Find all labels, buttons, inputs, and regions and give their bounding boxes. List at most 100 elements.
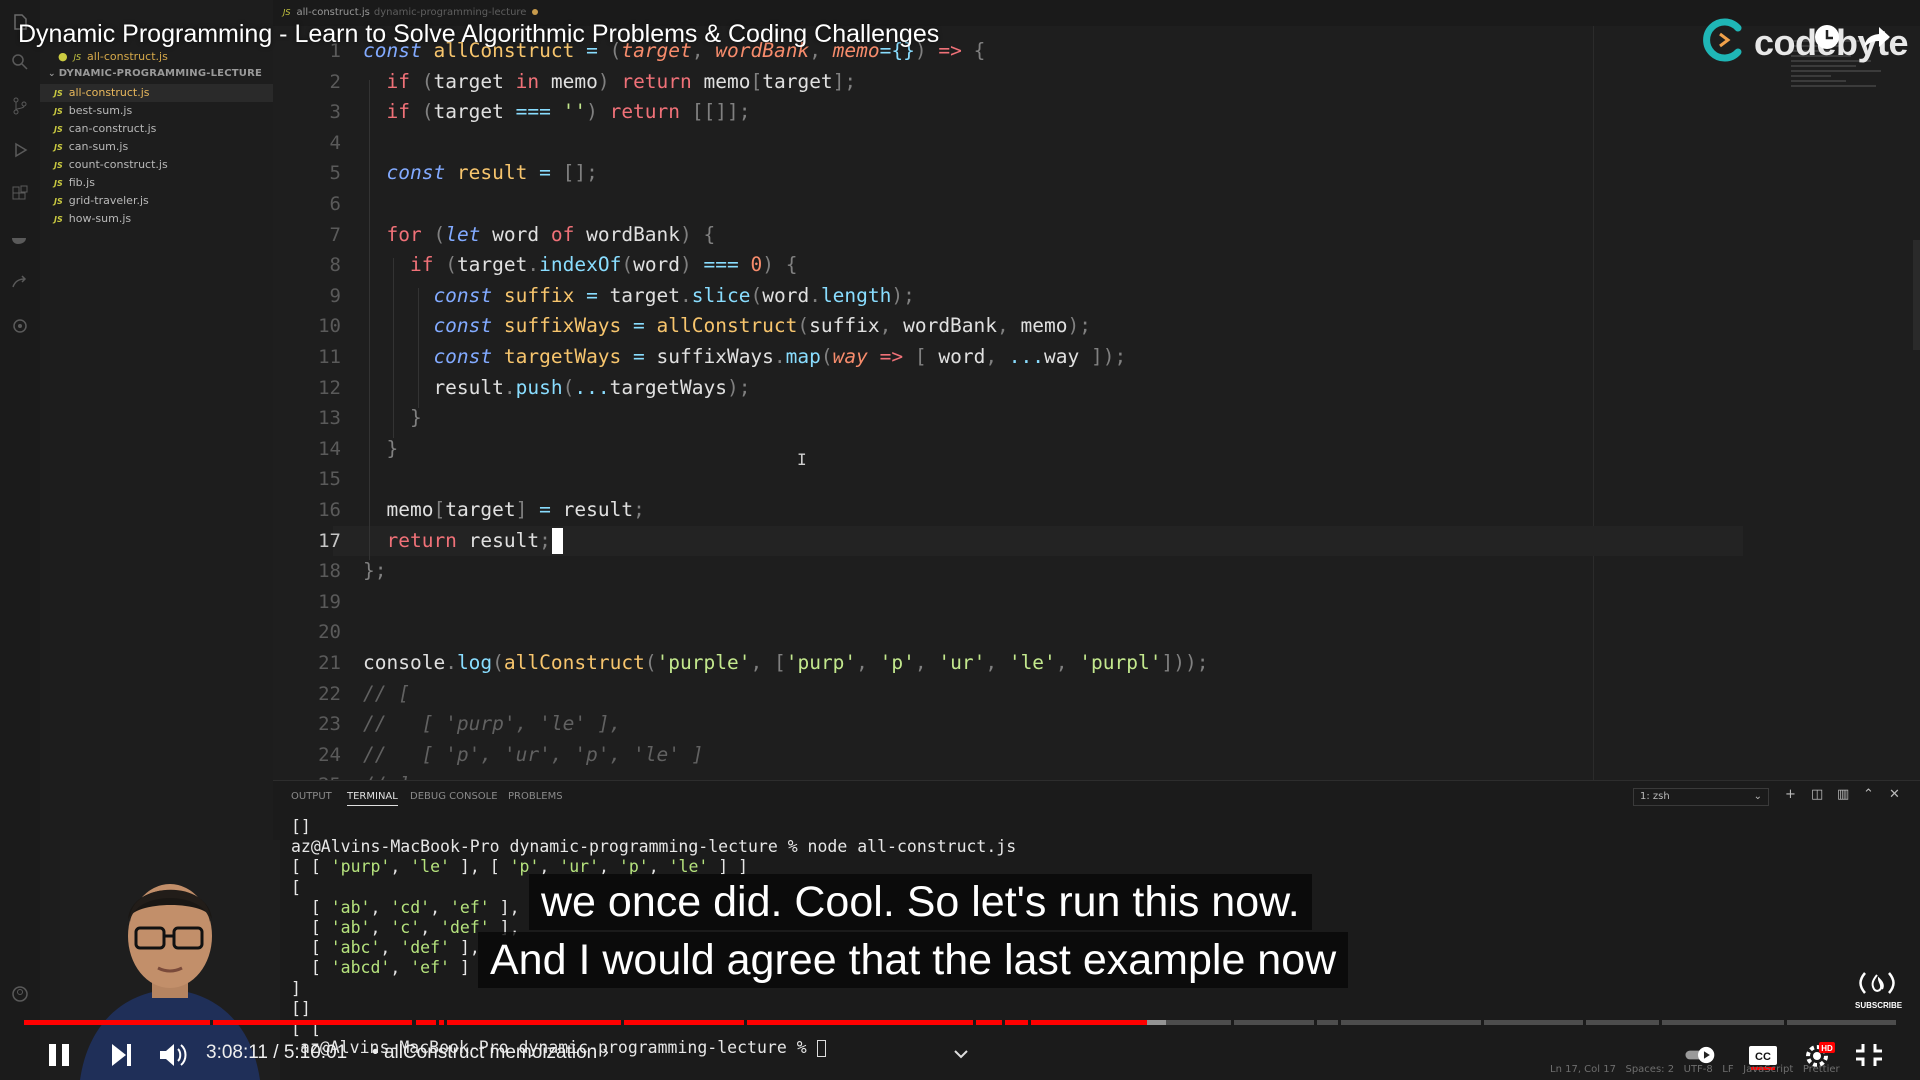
volume-button[interactable] — [156, 1040, 190, 1070]
folder-header[interactable]: ⌄ DYNAMIC-PROGRAMMING-LECTURE — [48, 68, 262, 79]
maximize-panel-icon[interactable]: ⌃ — [1863, 787, 1874, 802]
file-label: how-sum.js — [68, 212, 132, 225]
code-token: ( — [644, 651, 657, 674]
terminal-select-value: 1: zsh — [1640, 791, 1670, 802]
chapter-title[interactable]: • allConstruct memoization › — [372, 1042, 609, 1064]
subscribe-watermark[interactable]: SUBSCRIBE — [1855, 970, 1902, 1010]
code-token: [ — [914, 345, 939, 368]
code-token: 'purple' — [656, 651, 751, 674]
sidebar-item-grid-traveler[interactable]: JS grid-traveler.js — [40, 192, 273, 210]
sidebar-item-count-construct[interactable]: JS count-construct.js — [40, 156, 273, 174]
sidebar-item-all-construct[interactable]: JS all-construct.js — [40, 84, 273, 102]
editor-tab[interactable]: JS all-construct.js dynamic-programming-le… — [283, 7, 539, 18]
editor-scrollbar[interactable] — [1913, 240, 1920, 350]
code-token: // ] — [363, 773, 410, 780]
code-token: target — [445, 498, 516, 521]
chapter-marker — [1659, 1020, 1662, 1025]
code-token: [ — [750, 69, 763, 93]
terminal-line: [] — [291, 817, 311, 837]
code-token: , — [985, 651, 1009, 674]
code-token: map — [785, 345, 821, 368]
code-token: ) { — [680, 222, 716, 246]
run-debug-icon[interactable] — [10, 140, 30, 160]
next-button[interactable] — [104, 1040, 138, 1070]
trash-icon[interactable]: ▥ — [1837, 787, 1849, 802]
line-number: 5 — [329, 162, 341, 185]
terminal-token: ], — [489, 897, 520, 917]
exit-fullscreen-icon[interactable] — [1852, 1040, 1886, 1070]
line-number: 2 — [329, 70, 341, 93]
sidebar-item-best-sum[interactable]: JS best-sum.js — [40, 102, 273, 120]
code-token: ])); — [1161, 651, 1209, 674]
bottom-panel: OUTPUT TERMINAL DEBUG CONSOLE PROBLEMS 1… — [273, 780, 1920, 1080]
progress-bar[interactable] — [24, 1020, 1896, 1025]
column-ruler — [1593, 26, 1594, 780]
code-token: suffixWays — [656, 345, 774, 368]
code-text: // [ — [363, 679, 410, 709]
terminal-token: , — [430, 897, 450, 917]
source-control-icon[interactable] — [10, 96, 30, 116]
gitlens-icon[interactable] — [10, 316, 30, 336]
sidebar-item-how-sum[interactable]: JS how-sum.js — [40, 210, 273, 228]
sidebar-item-can-construct[interactable]: JS can-construct.js — [40, 120, 273, 138]
close-panel-icon[interactable]: ✕ — [1889, 787, 1900, 802]
chevron-down-icon: ⌄ — [48, 69, 56, 79]
code-text: if (target.indexOf(word) === 0) { — [363, 250, 798, 280]
line-number: 16 — [318, 499, 341, 521]
code-token: ) { — [762, 253, 798, 277]
docker-icon[interactable] — [10, 228, 30, 248]
sidebar-item-can-sum[interactable]: JS can-sum.js — [40, 138, 273, 156]
tab-terminal[interactable]: TERMINAL — [347, 791, 398, 806]
line-number: 23 — [318, 713, 341, 736]
time-current: 3:08:11 — [206, 1042, 268, 1063]
js-file-icon: JS — [54, 161, 63, 170]
new-terminal-icon[interactable]: + — [1785, 787, 1796, 802]
code-token: indexOf — [539, 253, 622, 277]
code-token: , — [914, 651, 939, 674]
chapter-marker — [1583, 1020, 1586, 1025]
live-share-icon[interactable] — [10, 272, 30, 292]
terminal-token: 'purp' — [330, 857, 391, 877]
line-number: 6 — [329, 193, 341, 215]
chapter-marker — [210, 1020, 213, 1025]
account-icon[interactable] — [10, 984, 30, 1004]
search-icon[interactable] — [10, 52, 30, 72]
pause-button[interactable] — [42, 1040, 76, 1070]
extensions-icon[interactable] — [10, 184, 30, 204]
line-number: 20 — [318, 621, 341, 644]
open-editor-item[interactable]: ● JS all-construct.js — [58, 50, 168, 63]
watch-later-icon[interactable] — [1812, 22, 1842, 52]
code-token: ; — [539, 528, 551, 552]
video-frame[interactable]: ● JS all-construct.js ⌄ DYNAMIC-PROGRAMMING… — [0, 0, 1920, 1080]
code-token: in — [515, 69, 551, 93]
code-token: if — [363, 253, 446, 277]
code-token: if — [363, 100, 422, 124]
code-editor[interactable]: JS all-construct.js dynamic-programming-le… — [273, 0, 1920, 780]
tab-debug-console[interactable]: DEBUG CONSOLE — [410, 791, 498, 802]
chapter-marker — [1784, 1020, 1787, 1025]
chevron-down-icon[interactable] — [944, 1040, 978, 1070]
modified-dot-icon — [532, 9, 539, 15]
line-number: 12 — [318, 376, 341, 399]
code-text: if (target in memo) return memo[target]; — [363, 67, 856, 97]
chevron-down-icon: ⌄ — [1753, 791, 1762, 802]
text-cursor — [551, 528, 563, 555]
terminal-select[interactable]: 1: zsh ⌄ — [1633, 788, 1769, 806]
tab-problems[interactable]: PROBLEMS — [508, 791, 563, 802]
svg-text:CC: CC — [1755, 1051, 1771, 1063]
video-title[interactable]: Dynamic Programming - Learn to Solve Alg… — [18, 20, 939, 49]
share-icon[interactable] — [1862, 22, 1892, 52]
code-token: . — [503, 375, 516, 399]
terminal-line: [] — [291, 999, 311, 1019]
split-terminal-icon[interactable]: ◫ — [1811, 787, 1823, 802]
js-file-icon: JS — [73, 53, 82, 62]
sidebar-item-fib[interactable]: JS fib.js — [40, 174, 273, 192]
freecodecamp-logo-icon — [1859, 972, 1895, 994]
code-token: 'le' — [1008, 651, 1056, 674]
codebyte-logo-icon — [1703, 18, 1742, 62]
caption-line-1: we once did. Cool. So let's run this now… — [529, 874, 1312, 930]
code-token: target — [762, 69, 833, 93]
folder-label: DYNAMIC-PROGRAMMING-LECTURE — [58, 68, 263, 79]
chapter-marker — [436, 1020, 439, 1025]
tab-output[interactable]: OUTPUT — [291, 791, 332, 802]
